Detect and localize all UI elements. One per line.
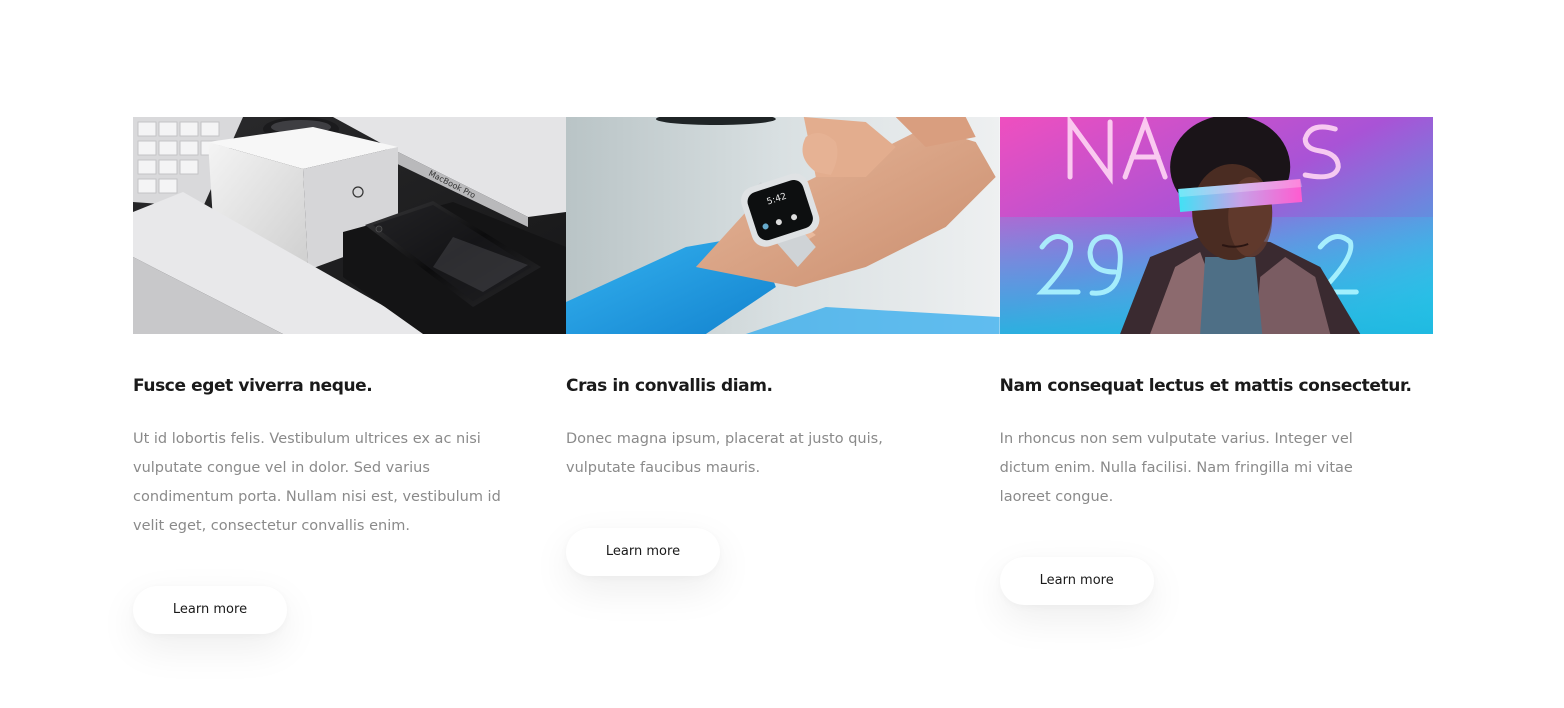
card-image-macbook: MacBook Pro xyxy=(133,117,566,334)
card-text: Donec magna ipsum, placerat at justo qui… xyxy=(566,431,883,476)
card-image-neon-portrait xyxy=(999,117,1433,334)
card-row: MacBook Pro Fusce eget viverra neque. Ut… xyxy=(133,117,1433,634)
card-text: Ut id lobortis felis. Vestibulum ultrice… xyxy=(133,431,501,534)
feature-card-3: Nam consequat lectus et mattis consectet… xyxy=(999,117,1433,634)
learn-more-button[interactable]: Learn more xyxy=(566,528,720,576)
feature-card-1: MacBook Pro Fusce eget viverra neque. Ut… xyxy=(133,117,566,634)
learn-more-button[interactable]: Learn more xyxy=(133,586,287,634)
card-body-3: Nam consequat lectus et mattis consectet… xyxy=(999,334,1433,605)
card-body-1: Fusce eget viverra neque. Ut id lobortis… xyxy=(133,334,566,634)
features-section: MacBook Pro Fusce eget viverra neque. Ut… xyxy=(0,0,1564,708)
smartwatch-photo: 5:42 xyxy=(566,117,1000,334)
macbook-iphone-photo: MacBook Pro xyxy=(133,117,566,334)
card-image-smartwatch: 5:42 xyxy=(566,117,1000,334)
card-title: Cras in convallis diam. xyxy=(566,376,773,396)
card-text: In rhoncus non sem vulputate varius. Int… xyxy=(999,431,1353,505)
learn-more-button[interactable]: Learn more xyxy=(999,557,1154,605)
card-title: Nam consequat lectus et mattis consectet… xyxy=(999,376,1412,396)
neon-portrait-photo xyxy=(999,117,1433,334)
feature-card-2: 5:42 Cras in convallis diam. Donec magna… xyxy=(566,117,1000,634)
card-title: Fusce eget viverra neque. xyxy=(133,376,373,396)
card-body-2: Cras in convallis diam. Donec magna ipsu… xyxy=(566,334,1000,576)
